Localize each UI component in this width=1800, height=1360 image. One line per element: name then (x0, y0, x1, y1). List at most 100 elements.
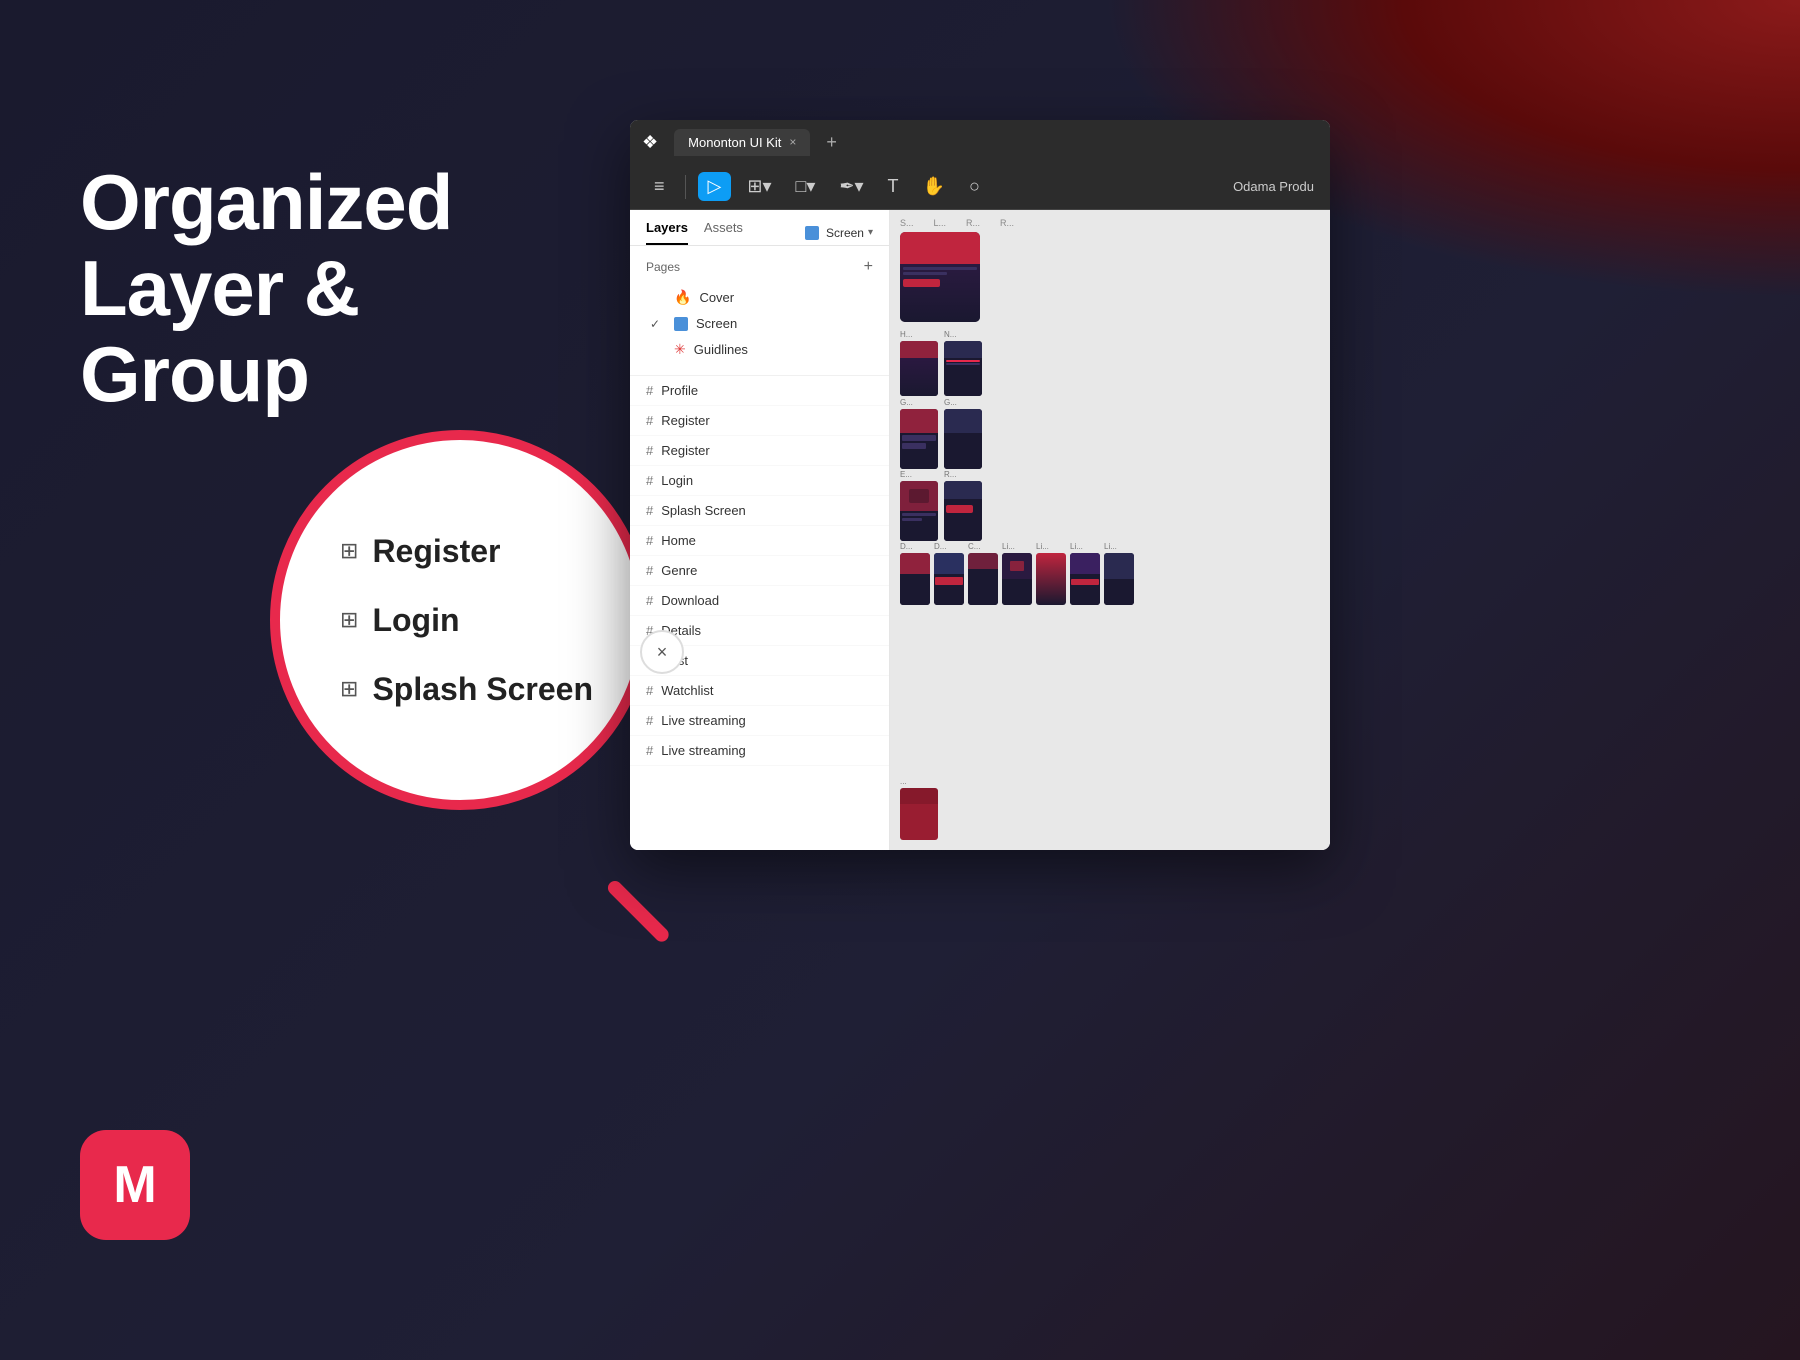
frame-icon-1: ⊞ (340, 538, 358, 564)
screen-label: Screen (826, 226, 864, 240)
pen-tool[interactable]: ✒▾ (831, 172, 871, 201)
hash-icon-home: # (646, 533, 653, 548)
screen-icon (805, 226, 819, 240)
layer-name-download: Download (661, 593, 719, 608)
tab-assets[interactable]: Assets (704, 220, 743, 245)
layer-label-login: Login (372, 602, 459, 639)
hash-icon-livestreaming1: # (646, 713, 653, 728)
canvas-row-hn: H... N... (900, 330, 982, 396)
logo-letter: M (113, 1155, 156, 1215)
page-name-screen: Screen (696, 316, 737, 331)
page-item-guidlines[interactable]: ✳ Guidlines (646, 336, 873, 363)
layers-list: # Profile # Register # Register # Login … (630, 376, 889, 850)
toolbar: ≡ ▷ ⊞▾ □▾ ✒▾ T ✋ ○ Odama Produ (630, 164, 1330, 210)
new-tab-button[interactable]: + (826, 132, 837, 153)
layer-label-splash: Splash Screen (372, 671, 593, 708)
hash-icon-splash: # (646, 503, 653, 518)
page-item-screen[interactable]: ✓ Screen (646, 311, 873, 336)
tab-layers[interactable]: Layers (646, 220, 688, 245)
list-item: ⊞ Splash Screen (340, 671, 593, 708)
figma-window: ❖ Mononton UI Kit × + ≡ ▷ ⊞▾ □▾ ✒▾ T ✋ ○… (630, 120, 1330, 850)
pages-title: Pages (646, 260, 680, 274)
headline: Organized Layer & Group (80, 160, 600, 417)
col-label-r1: R... (966, 218, 980, 228)
layer-row-download[interactable]: # Download (630, 586, 889, 616)
layer-label-register: Register (372, 533, 500, 570)
layer-row-genre[interactable]: # Genre (630, 556, 889, 586)
headline-line1: Organized (80, 158, 452, 246)
page-emoji-cover: 🔥 (674, 289, 691, 306)
page-name-cover: Cover (699, 290, 734, 305)
close-icon: × (657, 642, 668, 663)
page-icon-screen (674, 317, 688, 331)
panel-tabs: Layers Assets Screen ▾ (630, 210, 889, 246)
hand-tool[interactable]: ✋ (915, 172, 953, 201)
text-tool[interactable]: T (880, 172, 907, 201)
select-tool[interactable]: ▷ (698, 172, 732, 201)
layer-row-login[interactable]: # Login (630, 466, 889, 496)
title-bar: ❖ Mononton UI Kit × + (630, 120, 1330, 164)
magnifier-circle: ⊞ Register ⊞ Login ⊞ Splash Screen (270, 430, 650, 810)
layer-name-register2: Register (661, 443, 709, 458)
layer-row-home[interactable]: # Home (630, 526, 889, 556)
layer-name-home: Home (661, 533, 696, 548)
list-item: ⊞ Register (340, 533, 500, 570)
toolbar-divider-1 (685, 175, 686, 199)
canvas-col-labels: S... L... R... R... (900, 218, 1320, 228)
chevron-down-icon: ▾ (868, 227, 873, 238)
pages-section: Pages + 🔥 Cover ✓ Screen ✳ Guidlines (630, 246, 889, 376)
close-button[interactable]: × (640, 630, 684, 674)
col-label-r2: R... (1000, 218, 1014, 228)
canvas-area: S... L... R... R... H... (890, 210, 1330, 850)
page-check-active: ✓ (650, 317, 666, 331)
hash-icon-profile: # (646, 383, 653, 398)
screen-selector[interactable]: Screen ▾ (805, 220, 873, 245)
tab-close-icon[interactable]: × (789, 135, 796, 149)
layer-row-livestreaming1[interactable]: # Live streaming (630, 706, 889, 736)
layer-row-profile[interactable]: # Profile (630, 376, 889, 406)
frame-tool[interactable]: ⊞▾ (739, 172, 779, 201)
layer-name-watchlist: Watchlist (661, 683, 713, 698)
pages-add-button[interactable]: + (864, 258, 873, 276)
toolbar-tools: ≡ ▷ ⊞▾ □▾ ✒▾ T ✋ ○ (646, 172, 988, 201)
hash-icon-download: # (646, 593, 653, 608)
magnifier-container: ⊞ Register ⊞ Login ⊞ Splash Screen × (260, 420, 680, 840)
headline-line2: Layer & Group (80, 244, 359, 418)
hash-icon-genre: # (646, 563, 653, 578)
canvas-row-downloads: D... D... C... Li... Li... Li... Li... (900, 542, 1320, 605)
hash-icon-register1: # (646, 413, 653, 428)
col-label-s: S... (900, 218, 914, 228)
frame-icon-2: ⊞ (340, 607, 358, 633)
hash-icon-login: # (646, 473, 653, 488)
page-name-guidlines: Guidlines (694, 342, 748, 357)
canvas-row-gg: G... G... (900, 398, 982, 469)
pages-header: Pages + (646, 258, 873, 276)
logo-badge: M (80, 1130, 190, 1240)
layer-name-livestreaming2: Live streaming (661, 743, 746, 758)
preview-top-big (900, 232, 980, 322)
comment-tool[interactable]: ○ (961, 172, 988, 201)
page-item-cover[interactable]: 🔥 Cover (646, 284, 873, 311)
layers-panel: Layers Assets Screen ▾ Pages + 🔥 Cover (630, 210, 890, 850)
layer-name-splash: Splash Screen (661, 503, 746, 518)
layer-row-register2[interactable]: # Register (630, 436, 889, 466)
layer-row-watchlist[interactable]: # Watchlist (630, 676, 889, 706)
list-item: ⊞ Login (340, 602, 460, 639)
col-label-l: L... (934, 218, 947, 228)
layer-name-login: Login (661, 473, 693, 488)
tab-name: Mononton UI Kit (688, 135, 781, 150)
hash-icon-livestreaming2: # (646, 743, 653, 758)
layer-name-register1: Register (661, 413, 709, 428)
left-section: Organized Layer & Group (80, 160, 600, 417)
shape-tool[interactable]: □▾ (787, 172, 823, 201)
canvas-bottom-card: ... (900, 777, 938, 840)
layer-row-livestreaming2[interactable]: # Live streaming (630, 736, 889, 766)
hash-icon-watchlist: # (646, 683, 653, 698)
layer-row-splash[interactable]: # Splash Screen (630, 496, 889, 526)
canvas-row-er: E... R... (900, 470, 982, 541)
user-label: Odama Produ (1233, 179, 1314, 194)
layer-row-register1[interactable]: # Register (630, 406, 889, 436)
layer-name-genre: Genre (661, 563, 697, 578)
active-tab[interactable]: Mononton UI Kit × (674, 129, 810, 156)
menu-button[interactable]: ≡ (646, 172, 673, 201)
